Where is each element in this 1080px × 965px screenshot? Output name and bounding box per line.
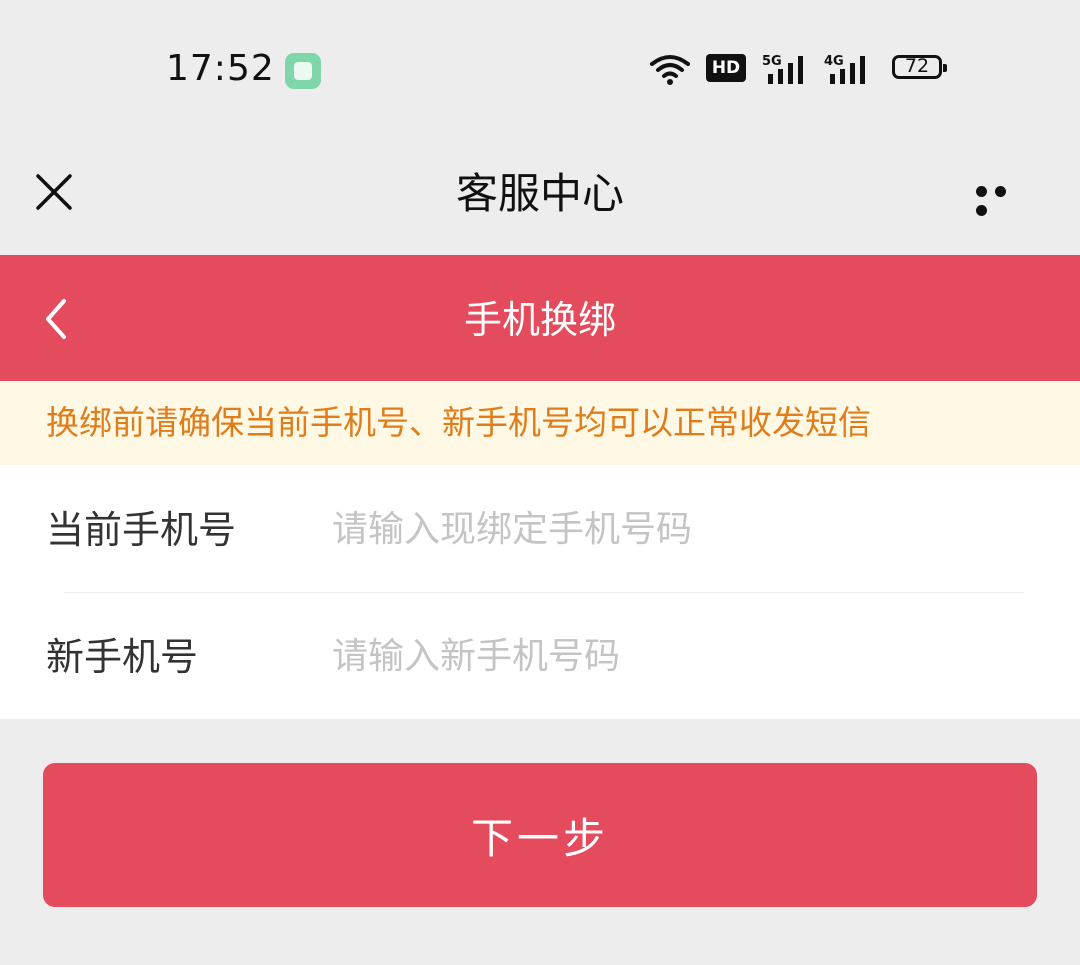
mini-program-title: 客服中心	[455, 169, 624, 218]
more-options-button[interactable]	[976, 182, 1032, 216]
status-time: 17:52	[166, 48, 275, 89]
mini-program-header: 客服中心	[0, 140, 1080, 255]
notice-banner: 换绑前请确保当前手机号、新手机号均可以正常收发短信	[0, 381, 1080, 465]
signal-5g-icon: 5G	[762, 54, 803, 84]
notice-text: 换绑前请确保当前手机号、新手机号均可以正常收发短信	[46, 403, 871, 442]
page-header: 手机换绑	[0, 255, 1080, 381]
wifi-icon	[650, 55, 690, 85]
more-dot-icon	[976, 186, 987, 197]
signal-5g-label: 5G	[762, 54, 782, 69]
battery-icon: 72	[892, 55, 947, 79]
status-bar: 17:52 HD 5G 4G 72	[0, 0, 1080, 140]
more-dot-icon	[995, 186, 1006, 197]
new-phone-row: 新手机号	[0, 592, 1080, 719]
current-phone-label: 当前手机号	[46, 508, 237, 552]
current-phone-input[interactable]	[332, 499, 1012, 559]
more-dot-icon	[976, 205, 987, 216]
app-notification-icon	[285, 53, 321, 89]
current-phone-row: 当前手机号	[0, 465, 1080, 592]
next-step-button[interactable]: 下一步	[43, 763, 1037, 907]
new-phone-input[interactable]	[332, 626, 1012, 686]
signal-4g-label: 4G	[824, 54, 844, 69]
new-phone-label: 新手机号	[46, 635, 199, 679]
battery-level: 72	[904, 55, 930, 77]
signal-4g-icon: 4G	[824, 54, 865, 84]
page-title: 手机换绑	[463, 298, 616, 342]
phone-rebind-form: 当前手机号 新手机号	[0, 465, 1080, 719]
hd-icon: HD	[706, 54, 746, 82]
